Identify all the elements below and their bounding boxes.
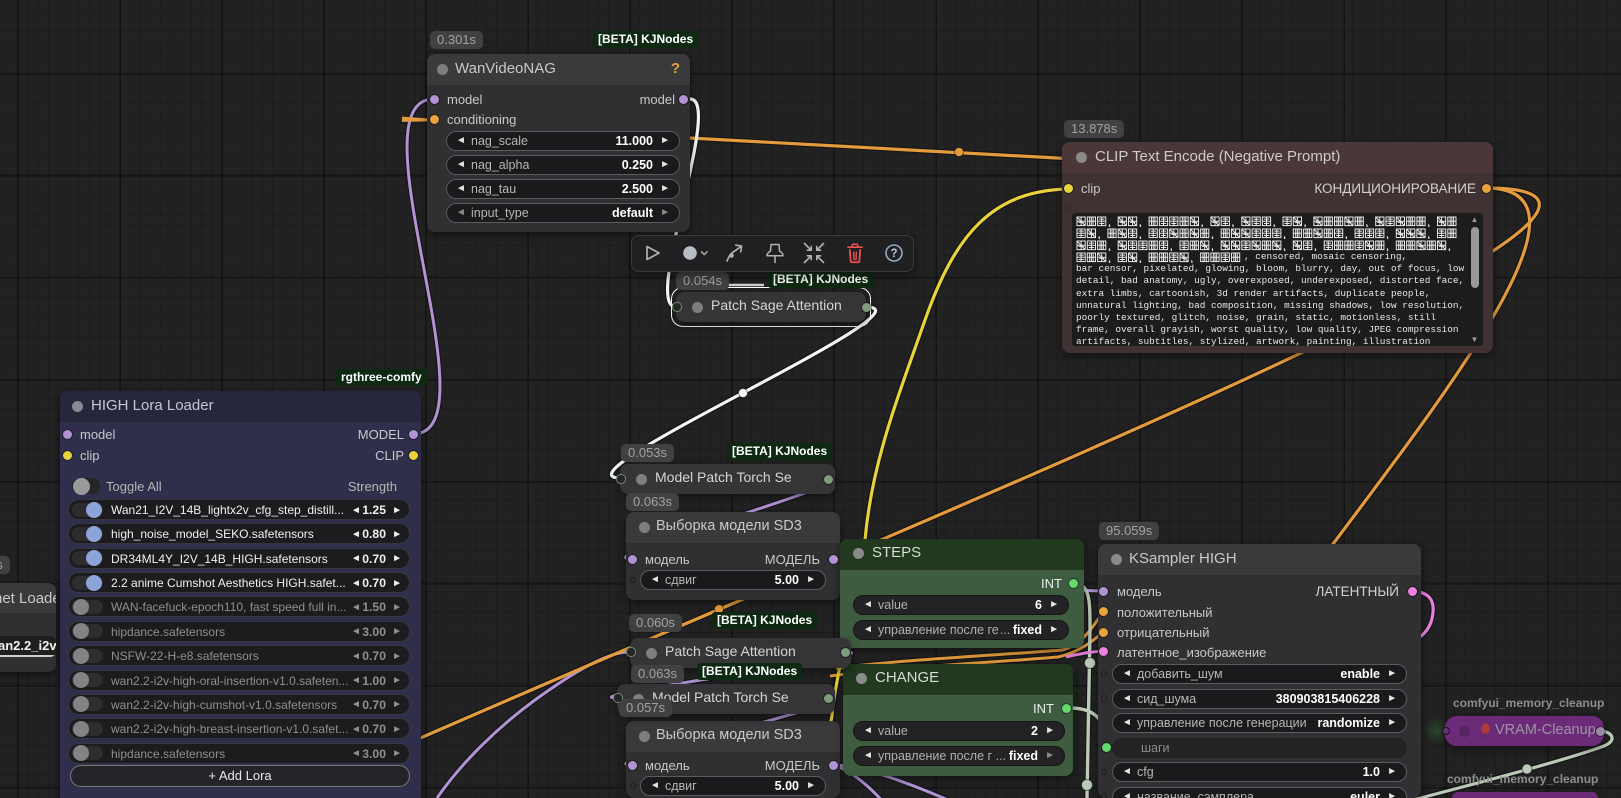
svg-text:?: ? — [890, 248, 897, 260]
